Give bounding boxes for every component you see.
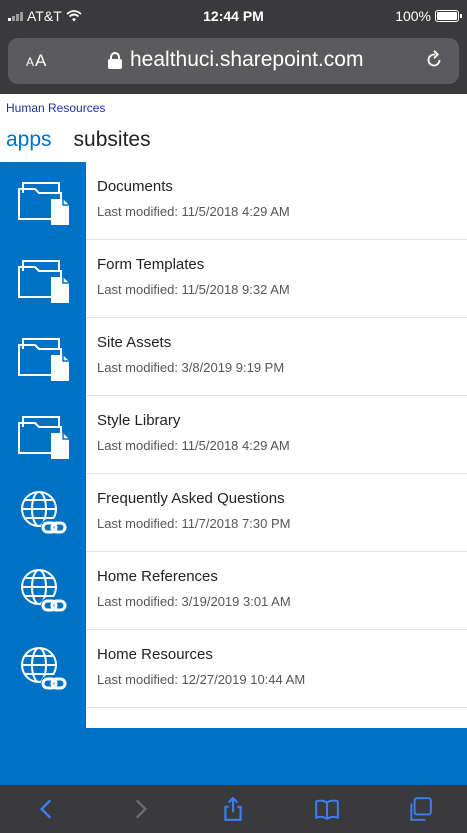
browser-chrome: AT&T 12:44 PM 100% AA healthuci.sharepoi… bbox=[0, 0, 467, 94]
item-tile[interactable] bbox=[0, 240, 86, 318]
item-last-modified: Last modified: 11/5/2018 4:29 AM bbox=[97, 204, 290, 219]
item-last-modified: Last modified: 12/27/2019 10:44 AM bbox=[97, 672, 306, 687]
tabs-icon bbox=[410, 797, 433, 821]
item-name[interactable]: Home Resources bbox=[97, 646, 213, 663]
item-name[interactable]: Style Library bbox=[97, 412, 180, 429]
book-icon bbox=[315, 799, 339, 820]
folder-icon bbox=[18, 338, 69, 381]
share-button[interactable] bbox=[213, 789, 253, 829]
item-tile[interactable] bbox=[0, 162, 86, 240]
globe-link-icon bbox=[21, 647, 67, 691]
item-last-modified: Last modified: 3/19/2019 3:01 AM bbox=[97, 594, 291, 609]
item-tile[interactable] bbox=[0, 474, 86, 552]
lock-icon bbox=[108, 51, 122, 69]
item-name[interactable]: Form Templates bbox=[97, 256, 204, 273]
item-name[interactable]: Site Assets bbox=[97, 334, 171, 351]
item-tile[interactable] bbox=[0, 318, 86, 396]
view-tabs: apps subsites bbox=[6, 128, 151, 152]
list-item[interactable]: Documents Last modified: 11/5/2018 4:29 A… bbox=[0, 162, 467, 240]
list-tile-column-end bbox=[0, 708, 86, 728]
text-size-button[interactable]: AA bbox=[26, 51, 47, 71]
folder-icon bbox=[18, 416, 69, 459]
browser-toolbar bbox=[0, 785, 467, 833]
forward-button[interactable] bbox=[120, 789, 160, 829]
tabs-button[interactable] bbox=[400, 789, 440, 829]
item-last-modified: Last modified: 11/5/2018 9:32 AM bbox=[97, 282, 290, 297]
address-bar[interactable]: AA healthuci.sharepoint.com bbox=[8, 38, 459, 84]
list-item[interactable]: Frequently Asked Questions Last modified:… bbox=[0, 474, 467, 552]
tab-subsites[interactable]: subsites bbox=[74, 128, 151, 152]
chevron-right-icon bbox=[135, 799, 148, 819]
list-item[interactable]: Style Library Last modified: 11/5/2018 4:… bbox=[0, 396, 467, 474]
item-last-modified: Last modified: 3/8/2019 9:19 PM bbox=[97, 360, 285, 375]
row-divider bbox=[86, 707, 467, 708]
item-name[interactable]: Frequently Asked Questions bbox=[97, 490, 285, 507]
item-list: Documents Last modified: 11/5/2018 4:29 A… bbox=[0, 162, 467, 708]
battery-icon bbox=[435, 10, 462, 22]
folder-icon bbox=[18, 260, 69, 303]
battery-percent: 100% bbox=[395, 8, 431, 24]
folder-icon bbox=[18, 182, 69, 225]
globe-link-icon bbox=[21, 491, 67, 535]
bookmarks-button[interactable] bbox=[307, 789, 347, 829]
reload-icon[interactable] bbox=[423, 49, 445, 71]
item-name[interactable]: Home References bbox=[97, 568, 218, 585]
status-bar: AT&T 12:44 PM 100% bbox=[0, 0, 467, 32]
tab-apps[interactable]: apps bbox=[6, 128, 52, 152]
item-tile[interactable] bbox=[0, 396, 86, 474]
item-name[interactable]: Documents bbox=[97, 178, 173, 195]
back-button[interactable] bbox=[27, 789, 67, 829]
list-item[interactable]: Site Assets Last modified: 3/8/2019 9:19 … bbox=[0, 318, 467, 396]
share-icon bbox=[224, 796, 243, 821]
item-tile[interactable] bbox=[0, 630, 86, 708]
battery: 100% bbox=[395, 8, 462, 24]
list-item[interactable]: Home Resources Last modified: 12/27/2019 … bbox=[0, 630, 467, 708]
globe-link-icon bbox=[21, 569, 67, 613]
chevron-left-icon bbox=[39, 799, 51, 819]
list-item[interactable]: Home References Last modified: 3/19/2019 … bbox=[0, 552, 467, 630]
item-last-modified: Last modified: 11/7/2018 7:30 PM bbox=[97, 516, 291, 531]
item-tile[interactable] bbox=[0, 552, 86, 630]
url-text: healthuci.sharepoint.com bbox=[130, 48, 364, 71]
item-last-modified: Last modified: 11/5/2018 4:29 AM bbox=[97, 438, 290, 453]
breadcrumb[interactable]: Human Resources bbox=[6, 101, 105, 115]
url-display[interactable]: healthuci.sharepoint.com bbox=[108, 48, 363, 72]
footer-band bbox=[0, 728, 467, 785]
list-item[interactable]: Form Templates Last modified: 11/5/2018 9… bbox=[0, 240, 467, 318]
